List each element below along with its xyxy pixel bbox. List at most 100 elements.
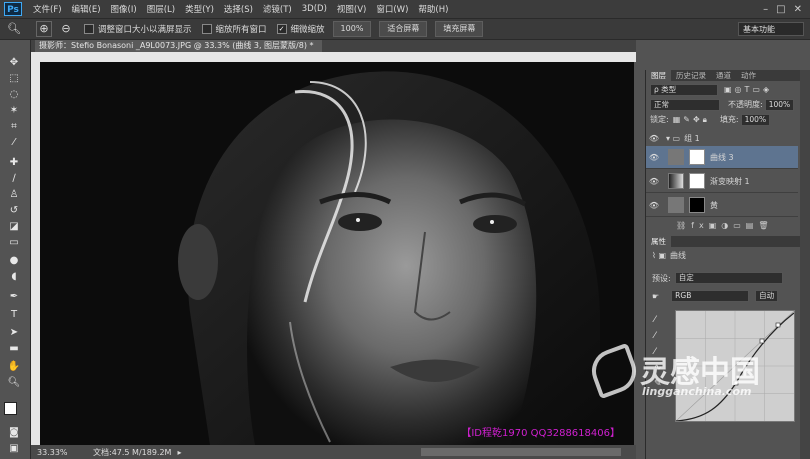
screen-mode-icon[interactable]: ▣	[5, 442, 23, 456]
scrubby-zoom-checkbox[interactable]: ✓ 细微缩放	[276, 23, 325, 35]
move-tool-icon[interactable]: ✥	[5, 56, 23, 70]
document-canvas[interactable]: 【ID程乾1970 QQ3288618406】	[40, 62, 634, 445]
shape-tool-icon[interactable]: ▬	[5, 342, 23, 356]
document-tab[interactable]: 摄影师：Stefio Bonasoni _A9L0073.JPG @ 33.3%…	[35, 40, 322, 52]
lock-icons[interactable]: ▦✎✥🔒︎	[673, 115, 710, 125]
zoom-all-checkbox[interactable]: 缩放所有窗口	[201, 23, 267, 35]
type-tool-icon[interactable]: T	[5, 308, 23, 322]
zoom-tool-icon[interactable]: 🔍︎	[6, 21, 22, 37]
layer-name: 渐变映射 1	[710, 176, 750, 186]
preset-select[interactable]: 自定	[674, 272, 783, 284]
workspace-select[interactable]: 基本功能	[738, 22, 804, 36]
tab-properties[interactable]: 属性	[646, 236, 671, 247]
foreground-color-swatch[interactable]	[4, 402, 17, 415]
filter-icons[interactable]: ▣◎T▭◈	[724, 85, 772, 94]
on-image-adjust-icon[interactable]: ⁄	[654, 312, 662, 328]
dodge-tool-icon[interactable]: ◖	[5, 270, 23, 284]
black-point-eyedropper-icon[interactable]: ⁄	[654, 328, 662, 344]
auto-button[interactable]: 自动	[755, 290, 779, 302]
layer-row[interactable]: 👁︎ 曲线 3	[646, 146, 798, 169]
curves-icon[interactable]: ⌇ ▣	[652, 251, 666, 260]
fill-label: 填充:	[719, 115, 739, 124]
menu-select[interactable]: 选择(S)	[219, 3, 258, 15]
menu-view[interactable]: 视图(V)	[332, 3, 371, 15]
maximize-button[interactable]: □	[776, 4, 785, 15]
layer-mask-thumbnail[interactable]	[689, 149, 705, 165]
tab-channels[interactable]: 通道	[711, 70, 736, 81]
eye-icon[interactable]: 👁︎	[648, 134, 660, 143]
layer-mask-thumbnail[interactable]	[689, 197, 705, 213]
brush-tool-icon[interactable]: ∕	[5, 172, 23, 186]
menu-window[interactable]: 窗口(W)	[371, 3, 413, 15]
zoom-tool-icon[interactable]: 🔍︎	[5, 376, 23, 390]
fit-screen-button[interactable]: 适合屏幕	[379, 21, 428, 37]
blur-tool-icon[interactable]: ●	[5, 254, 23, 268]
marquee-tool-icon[interactable]: ⬚	[5, 72, 23, 86]
crop-tool-icon[interactable]: ⌗	[5, 120, 23, 134]
properties-header: ⌇ ▣ 曲线	[652, 250, 686, 261]
vertical-ruler[interactable]	[31, 62, 40, 445]
fill-screen-button[interactable]: 填充屏幕	[435, 21, 484, 37]
checkbox-box[interactable]	[84, 24, 94, 34]
eye-icon[interactable]: 👁︎	[648, 153, 660, 162]
options-bar: 🔍︎ ⊕ ⊖ 调整窗口大小以满屏显示 缩放所有窗口 ✓ 细微缩放 100% 适合屏…	[0, 18, 810, 40]
channel-select[interactable]: RGB	[671, 290, 750, 302]
brand-logo-icon	[585, 342, 643, 400]
curves-adjustment-icon	[668, 149, 684, 165]
layer-filter-select[interactable]: ρ 类型	[650, 83, 718, 96]
layer-row[interactable]: 👁︎ 黄	[646, 194, 798, 217]
quick-mask-icon[interactable]: ◙	[5, 426, 23, 440]
menu-help[interactable]: 帮助(H)	[413, 3, 453, 15]
zoom-level[interactable]: 33.33%	[37, 448, 87, 457]
zoom-out-icon[interactable]: ⊖	[58, 21, 74, 37]
gradient-map-icon	[668, 173, 684, 189]
group-row[interactable]: 👁︎ ▾ ▭ 组 1	[646, 132, 798, 144]
pen-tool-icon[interactable]: ✒	[5, 290, 23, 304]
menu-file[interactable]: 文件(F)	[28, 3, 67, 15]
layer-row[interactable]: 👁︎ 渐变映射 1	[646, 170, 798, 193]
menu-image[interactable]: 图像(I)	[106, 3, 142, 15]
gradient-tool-icon[interactable]: ▭	[5, 236, 23, 250]
eyedropper-icon[interactable]: ⁄	[5, 136, 23, 150]
tab-actions[interactable]: 动作	[736, 70, 761, 81]
menu-filter[interactable]: 滤镜(T)	[258, 3, 297, 15]
checkbox-box[interactable]	[201, 24, 212, 34]
zoom-in-icon[interactable]: ⊕	[36, 21, 52, 37]
history-brush-icon[interactable]: ↺	[5, 204, 23, 218]
menu-layer[interactable]: 图层(L)	[142, 3, 180, 15]
eye-icon[interactable]: 👁︎	[648, 201, 660, 210]
zoom-100-button[interactable]: 100%	[332, 21, 372, 37]
minimize-button[interactable]: –	[763, 4, 768, 15]
opacity-input[interactable]: 100%	[764, 98, 795, 111]
menu-bar: Ps 文件(F) 编辑(E) 图像(I) 图层(L) 类型(Y) 选择(S) 滤…	[0, 0, 810, 18]
layer-mask-thumbnail[interactable]	[689, 173, 705, 189]
checkmark-icon[interactable]: ✓	[276, 24, 287, 34]
eye-icon[interactable]: 👁︎	[648, 177, 660, 186]
menu-3d[interactable]: 3D(D)	[297, 4, 332, 14]
tools-panel: ✥ ⬚ ◌ ✶ ⌗ ⁄ ✚ ∕ ♙ ↺ ◪ ▭ ● ◖ ✒ T ➤ ▬ ✋ 🔍︎…	[0, 40, 31, 459]
tab-layers[interactable]: 图层	[646, 70, 671, 81]
lock-label: 锁定:	[650, 115, 669, 124]
blend-mode-select[interactable]: 正常	[650, 98, 720, 111]
close-button[interactable]: ✕	[794, 4, 802, 15]
properties-title: 曲线	[670, 251, 687, 260]
path-select-icon[interactable]: ➤	[5, 326, 23, 340]
portrait-photo	[40, 62, 634, 445]
eraser-tool-icon[interactable]: ◪	[5, 220, 23, 234]
status-arrow-icon[interactable]: ▸	[177, 448, 181, 457]
menu-type[interactable]: 类型(Y)	[180, 3, 219, 15]
status-bar: 33.33% 文档:47.5 M/189.2M ▸	[31, 445, 636, 459]
hand-tool-icon[interactable]: ✋	[5, 360, 23, 374]
clone-stamp-icon[interactable]: ♙	[5, 188, 23, 202]
magic-wand-icon[interactable]: ✶	[5, 104, 23, 118]
healing-brush-icon[interactable]: ✚	[5, 156, 23, 170]
layers-footer-icons[interactable]: ⛓fx▣◑▭▤🗑︎	[676, 221, 774, 230]
fill-input[interactable]: 100%	[740, 113, 771, 126]
tab-history[interactable]: 历史记录	[671, 70, 711, 81]
lasso-tool-icon[interactable]: ◌	[5, 88, 23, 102]
menu-edit[interactable]: 编辑(E)	[67, 3, 106, 15]
horizontal-scrollbar[interactable]	[421, 448, 621, 456]
window-controls: – □ ✕	[763, 4, 810, 15]
horizontal-ruler[interactable]	[31, 52, 636, 62]
resize-windows-checkbox[interactable]: 调整窗口大小以满屏显示	[84, 23, 192, 35]
